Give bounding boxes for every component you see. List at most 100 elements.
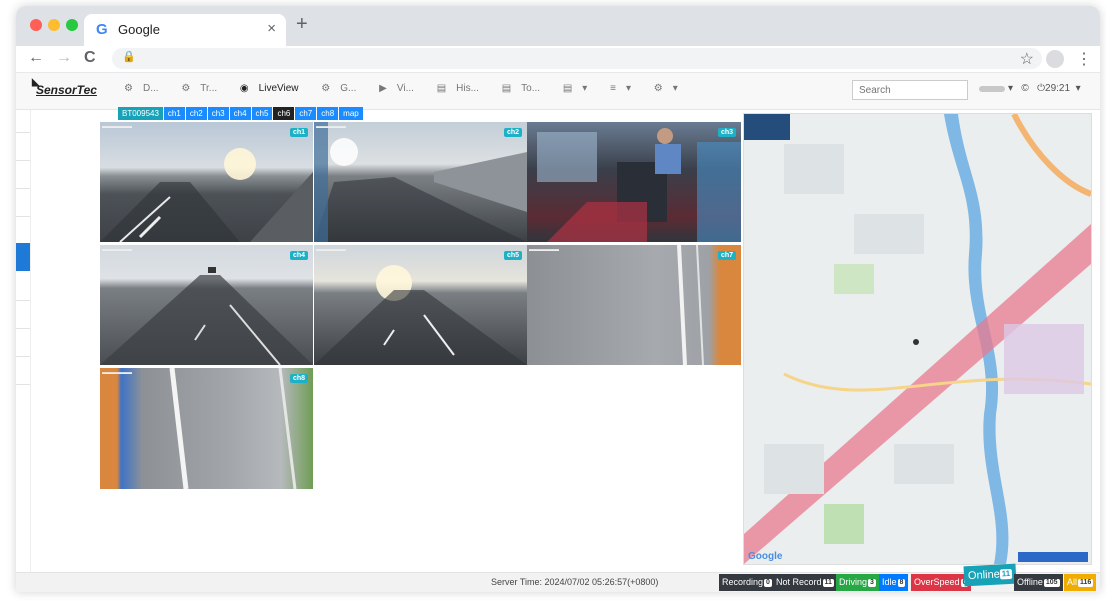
channel-label: ch5 xyxy=(503,251,522,260)
badge-not-record[interactable]: Not Record 11 xyxy=(773,574,837,591)
left-sidebar xyxy=(16,110,31,572)
camera-timestamp: ▬▬▬▬▬ xyxy=(102,247,132,253)
channel-label: ch2 xyxy=(503,128,522,137)
camera-view-ch4[interactable]: ▬▬▬▬▬ ch4 xyxy=(100,245,313,365)
tools-icon: ▤ xyxy=(501,83,512,94)
road-scene xyxy=(314,265,527,365)
channel-label: ch3 xyxy=(717,128,736,137)
vehicle-id-tab[interactable]: BT009543 xyxy=(118,107,163,120)
tab-ch6[interactable]: ch6 xyxy=(273,107,295,120)
map-attribution: Google xyxy=(748,551,783,562)
sidebar-selected-item[interactable] xyxy=(16,243,30,271)
map-view[interactable]: Google xyxy=(743,113,1092,565)
tab-ch2[interactable]: ch2 xyxy=(185,107,207,120)
timer-caret-icon[interactable]: ▾ xyxy=(1076,83,1081,94)
header-right: ▾ © ⏻29:21 ▾ xyxy=(1008,83,1081,94)
menu-history[interactable]: ▤ His... xyxy=(437,83,489,94)
sidebar-divider xyxy=(16,384,30,385)
tab-ch7[interactable]: ch7 xyxy=(295,107,317,120)
browser-tab[interactable]: G Google × xyxy=(84,14,286,46)
tab-close-icon[interactable]: × xyxy=(267,20,276,37)
sidebar-divider xyxy=(16,216,30,217)
map-canvas xyxy=(744,114,1091,564)
road-scene xyxy=(100,148,313,242)
menu-liveview[interactable]: ◉ LiveView xyxy=(240,83,309,94)
logo-arrow-icon: ◣ xyxy=(32,77,40,88)
google-icon: G xyxy=(96,21,108,38)
road-scene xyxy=(677,245,704,365)
search-input[interactable] xyxy=(852,80,968,100)
copyright-icon: © xyxy=(1021,83,1029,94)
camera-view-ch3[interactable]: ch3 xyxy=(527,122,741,242)
road-scene xyxy=(169,368,297,489)
channel-label: ch4 xyxy=(289,251,308,260)
user-caret-icon[interactable]: ▾ xyxy=(1008,83,1013,94)
server-time: Server Time: 2024/07/02 05:26:57(+0800) xyxy=(491,577,659,587)
tab-ch8[interactable]: ch8 xyxy=(317,107,339,120)
browser-menu-icon[interactable]: ⋮ xyxy=(1076,49,1092,69)
channel-label: ch8 xyxy=(289,374,308,383)
tracking-icon: ⚙ xyxy=(181,83,191,94)
menu-list[interactable]: ≡ ▾ xyxy=(610,83,641,94)
tab-ch1[interactable]: ch1 xyxy=(163,107,185,120)
menu-tools[interactable]: ▤ To... xyxy=(502,83,550,94)
back-button[interactable]: ← xyxy=(28,49,44,67)
camera-view-ch1[interactable]: ▬▬▬▬▬ ch1 xyxy=(100,122,313,242)
sidebar-divider xyxy=(16,188,30,189)
camera-timestamp: ▬▬▬▬▬ xyxy=(102,370,132,376)
tab-title: Google xyxy=(118,22,160,37)
sidebar-divider xyxy=(16,300,30,301)
camera-view-ch2[interactable]: ▬▬▬▬▬ ch2 xyxy=(314,122,527,242)
menu-report[interactable]: ▤ ▾ xyxy=(563,83,597,94)
forward-button[interactable]: → xyxy=(56,49,72,67)
session-timer: 29:21 xyxy=(1045,83,1071,94)
reload-button[interactable]: C xyxy=(84,49,96,67)
lock-icon: 🔒 xyxy=(122,51,136,63)
menu-video[interactable]: ▶ Vi... xyxy=(379,83,424,94)
gear-icon: ⚙ xyxy=(653,83,663,94)
main-menu: ⚙ D... ⚙ Tr... ◉ LiveView ⚙ G... ▶ Vi... ▤ His… xyxy=(124,83,698,94)
badge-recording[interactable]: Recording 0 xyxy=(719,574,775,591)
tab-map[interactable]: map xyxy=(339,107,363,120)
profile-avatar[interactable] xyxy=(1046,50,1064,68)
badge-overspeed[interactable]: OverSpeed0 xyxy=(911,574,972,591)
bookmark-star-icon[interactable]: ☆ xyxy=(1020,49,1034,69)
tab-ch3[interactable]: ch3 xyxy=(207,107,229,120)
tab-ch5[interactable]: ch5 xyxy=(251,107,273,120)
user-name-redacted[interactable] xyxy=(979,86,1005,92)
badge-offline[interactable]: Offline 105 xyxy=(1014,574,1063,591)
badge-online[interactable]: Online11 xyxy=(963,563,1017,587)
camera-view-ch8[interactable]: ▬▬▬▬▬ ch8 xyxy=(100,368,313,489)
menu-settings[interactable]: ⚙ ▾ xyxy=(654,83,688,94)
address-input[interactable]: 🔒 ☆ xyxy=(112,48,1042,69)
sidebar-divider xyxy=(16,328,30,329)
menu-group[interactable]: ⚙ G... xyxy=(321,83,366,94)
road-scene xyxy=(100,267,313,365)
bus-interior-scene xyxy=(537,128,741,242)
video-icon: ▶ xyxy=(379,83,387,94)
sensortec-logo[interactable]: ◣ SensorTec xyxy=(32,77,97,97)
camera-timestamp: ▬▬▬▬▬ xyxy=(316,247,346,253)
channel-label: ch7 xyxy=(717,251,736,260)
close-window-button[interactable] xyxy=(30,19,42,31)
browser-tabbar: G Google × + xyxy=(16,6,1100,46)
menu-tracking[interactable]: ⚙ Tr... xyxy=(181,83,227,94)
timer-icon: ⏻ xyxy=(1037,83,1046,94)
list-icon: ≡ xyxy=(610,83,616,94)
group-icon: ⚙ xyxy=(321,83,331,94)
tab-ch4[interactable]: ch4 xyxy=(229,107,251,120)
badge-idle[interactable]: Idle 8 xyxy=(879,574,909,591)
new-tab-button[interactable]: + xyxy=(296,13,308,36)
channel-label: ch1 xyxy=(289,128,308,137)
camera-view-ch5[interactable]: ▬▬▬▬▬ ch5 xyxy=(314,245,527,365)
sidebar-divider xyxy=(16,160,30,161)
doc-icon: ▤ xyxy=(562,83,573,94)
camera-view-ch7[interactable]: ▬▬▬▬▬ ch7 xyxy=(527,245,741,365)
badge-all[interactable]: All 116 xyxy=(1064,574,1097,591)
history-icon: ▤ xyxy=(436,83,447,94)
menu-dashboard[interactable]: ⚙ D... xyxy=(124,83,169,94)
sidebar-divider xyxy=(16,132,30,133)
minimize-window-button[interactable] xyxy=(48,19,60,31)
maximize-window-button[interactable] xyxy=(66,19,78,31)
badge-driving[interactable]: Driving 3 xyxy=(836,574,879,591)
